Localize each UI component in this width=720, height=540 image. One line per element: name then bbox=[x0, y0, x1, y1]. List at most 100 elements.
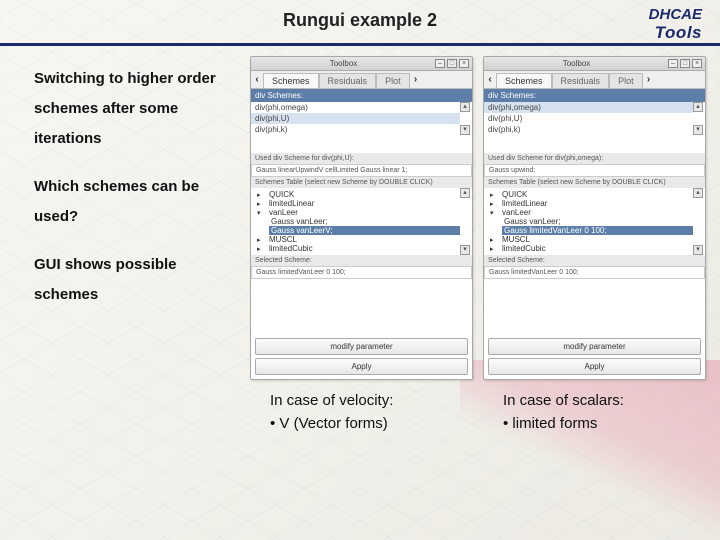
para2-line2: used? bbox=[34, 202, 240, 232]
scheme-child[interactable]: Gauss vanLeerV; bbox=[269, 226, 460, 235]
scroll-down-icon[interactable]: ▾ bbox=[693, 125, 703, 135]
div-scheme-item[interactable]: div(phi,k) bbox=[484, 124, 693, 135]
maximize-button[interactable]: □ bbox=[447, 59, 457, 68]
scheme-node-label: limitedCubic bbox=[502, 244, 546, 253]
scheme-child[interactable]: Gauss vanLeer; bbox=[269, 217, 460, 226]
minimize-button[interactable]: – bbox=[435, 59, 445, 68]
logo-line2: Tools bbox=[649, 23, 702, 43]
schemes-tree: QUICKlimitedLinearvanLeerGauss vanLeer;G… bbox=[484, 188, 705, 255]
chevron-right-icon[interactable] bbox=[490, 200, 498, 208]
chevron-down-icon[interactable] bbox=[257, 209, 265, 217]
toolbox-window: Toolbox–□× ‹SchemesResidualsPlot› div Sche… bbox=[483, 56, 706, 380]
brand-logo: DHCAE Tools bbox=[649, 6, 702, 43]
window-title: Toolbox bbox=[487, 59, 666, 68]
schemes-table-header: Schemes Table (select new Scheme by DOUB… bbox=[251, 177, 472, 188]
scheme-node-label: MUSCL bbox=[502, 235, 530, 244]
para3-line2: schemes bbox=[34, 280, 240, 310]
chevron-right-icon[interactable] bbox=[257, 236, 265, 244]
caption-velocity-1: In case of velocity: bbox=[250, 380, 473, 411]
div-schemes-header: div Schemes: bbox=[251, 89, 472, 102]
scheme-node-label: MUSCL bbox=[269, 235, 297, 244]
para1-line1: Switching to higher order bbox=[34, 64, 240, 94]
tab-plot[interactable]: Plot bbox=[609, 73, 643, 88]
div-schemes-header: div Schemes: bbox=[484, 89, 705, 102]
scheme-node[interactable]: limitedLinear bbox=[488, 199, 693, 208]
scheme-node[interactable]: limitedCubic bbox=[488, 244, 693, 253]
tab-residuals[interactable]: Residuals bbox=[552, 73, 610, 88]
tab-scroll-right-icon[interactable]: › bbox=[643, 74, 655, 85]
selected-scheme-label: Selected Scheme: bbox=[484, 255, 705, 266]
toolbox-window: Toolbox–□×‹SchemesResidualsPlot›div Sche… bbox=[250, 56, 473, 380]
tab-scroll-left-icon[interactable]: ‹ bbox=[251, 74, 263, 85]
selected-scheme-value: Gauss limitedVanLeer 0 100; bbox=[251, 266, 472, 279]
scroll-down-icon[interactable]: ▾ bbox=[460, 245, 470, 255]
used-scheme-value: Gauss linearUpwindV cellLimited Gauss li… bbox=[251, 164, 472, 177]
scheme-child[interactable]: Gauss vanLeer; bbox=[502, 217, 693, 226]
modify-parameter-button[interactable]: modify parameter bbox=[488, 338, 701, 355]
scheme-node-label: vanLeer bbox=[269, 208, 298, 217]
scroll-up-icon[interactable]: ▴ bbox=[460, 102, 470, 112]
scheme-node-label: QUICK bbox=[269, 190, 294, 199]
tab-residuals[interactable]: Residuals bbox=[319, 73, 377, 88]
para1-line2: schemes after some bbox=[34, 94, 240, 124]
scheme-node[interactable]: MUSCL bbox=[255, 235, 460, 244]
schemes-tree: QUICKlimitedLinearvanLeerGauss vanLeer;G… bbox=[251, 188, 472, 255]
scheme-node-label: limitedLinear bbox=[502, 199, 547, 208]
chevron-right-icon[interactable] bbox=[257, 245, 265, 253]
scheme-node[interactable]: limitedLinear bbox=[255, 199, 460, 208]
scheme-child[interactable]: Gauss limitedVanLeer 0 100; bbox=[502, 226, 693, 235]
div-scheme-item[interactable]: div(phi,omega) bbox=[484, 102, 693, 113]
caption-scalars-2: • limited forms bbox=[483, 411, 706, 432]
close-button[interactable]: × bbox=[692, 59, 702, 68]
caption-velocity-2: • V (Vector forms) bbox=[250, 411, 473, 432]
chevron-right-icon[interactable] bbox=[490, 236, 498, 244]
div-scheme-item[interactable]: div(phi,k) bbox=[251, 124, 460, 135]
scheme-node[interactable]: QUICK bbox=[488, 190, 693, 199]
scheme-node[interactable]: vanLeer bbox=[255, 208, 460, 217]
used-scheme-label: Used div Scheme for div(phi,omega): bbox=[484, 153, 705, 164]
scroll-up-icon[interactable]: ▴ bbox=[693, 188, 703, 198]
panel-velocity: Toolbox–□×‹SchemesResidualsPlot›div Sche… bbox=[250, 56, 473, 526]
div-scheme-item[interactable]: div(phi,omega) bbox=[251, 102, 460, 113]
apply-button[interactable]: Apply bbox=[255, 358, 468, 375]
chevron-right-icon[interactable] bbox=[490, 191, 498, 199]
para1-line3: iterations bbox=[34, 124, 240, 154]
side-text: Switching to higher order schemes after … bbox=[0, 56, 250, 526]
div-scheme-item[interactable]: div(phi,U) bbox=[484, 113, 693, 124]
tab-schemes[interactable]: Schemes bbox=[496, 73, 552, 88]
caption-scalars-1: In case of scalars: bbox=[483, 380, 706, 411]
used-scheme-value: Gauss upwind; bbox=[484, 164, 705, 177]
chevron-right-icon[interactable] bbox=[257, 191, 265, 199]
para2-line1: Which schemes can be bbox=[34, 172, 240, 202]
close-button[interactable]: × bbox=[459, 59, 469, 68]
chevron-right-icon[interactable] bbox=[257, 200, 265, 208]
tab-scroll-right-icon[interactable]: › bbox=[410, 74, 422, 85]
scheme-node-label: QUICK bbox=[502, 190, 527, 199]
chevron-right-icon[interactable] bbox=[490, 245, 498, 253]
scheme-node[interactable]: QUICK bbox=[255, 190, 460, 199]
used-scheme-label: Used div Scheme for div(phi,U): bbox=[251, 153, 472, 164]
scroll-down-icon[interactable]: ▾ bbox=[460, 125, 470, 135]
scroll-up-icon[interactable]: ▴ bbox=[693, 102, 703, 112]
chevron-down-icon[interactable] bbox=[490, 209, 498, 217]
apply-button[interactable]: Apply bbox=[488, 358, 701, 375]
scheme-node[interactable]: MUSCL bbox=[488, 235, 693, 244]
para3-line1: GUI shows possible bbox=[34, 250, 240, 280]
panel-scalars: Toolbox–□× ‹SchemesResidualsPlot› div Sche… bbox=[483, 56, 706, 526]
scheme-node[interactable]: limitedCubic bbox=[255, 244, 460, 253]
div-scheme-item[interactable]: div(phi,U) bbox=[251, 113, 460, 124]
scheme-node-label: vanLeer bbox=[502, 208, 531, 217]
maximize-button[interactable]: □ bbox=[680, 59, 690, 68]
page-title: Rungui example 2 bbox=[0, 10, 720, 31]
tab-scroll-left-icon[interactable]: ‹ bbox=[484, 74, 496, 85]
minimize-button[interactable]: – bbox=[668, 59, 678, 68]
selected-scheme-value: Gauss limitedVanLeer 0 100; bbox=[484, 266, 705, 279]
modify-parameter-button[interactable]: modify parameter bbox=[255, 338, 468, 355]
scheme-node[interactable]: vanLeer bbox=[488, 208, 693, 217]
schemes-table-header: Schemes Table (select new Scheme by DOUB… bbox=[484, 177, 705, 188]
scroll-up-icon[interactable]: ▴ bbox=[460, 188, 470, 198]
tab-plot[interactable]: Plot bbox=[376, 73, 410, 88]
scroll-down-icon[interactable]: ▾ bbox=[693, 245, 703, 255]
logo-line1: DHCAE bbox=[649, 6, 702, 23]
tab-schemes[interactable]: Schemes bbox=[263, 73, 319, 88]
